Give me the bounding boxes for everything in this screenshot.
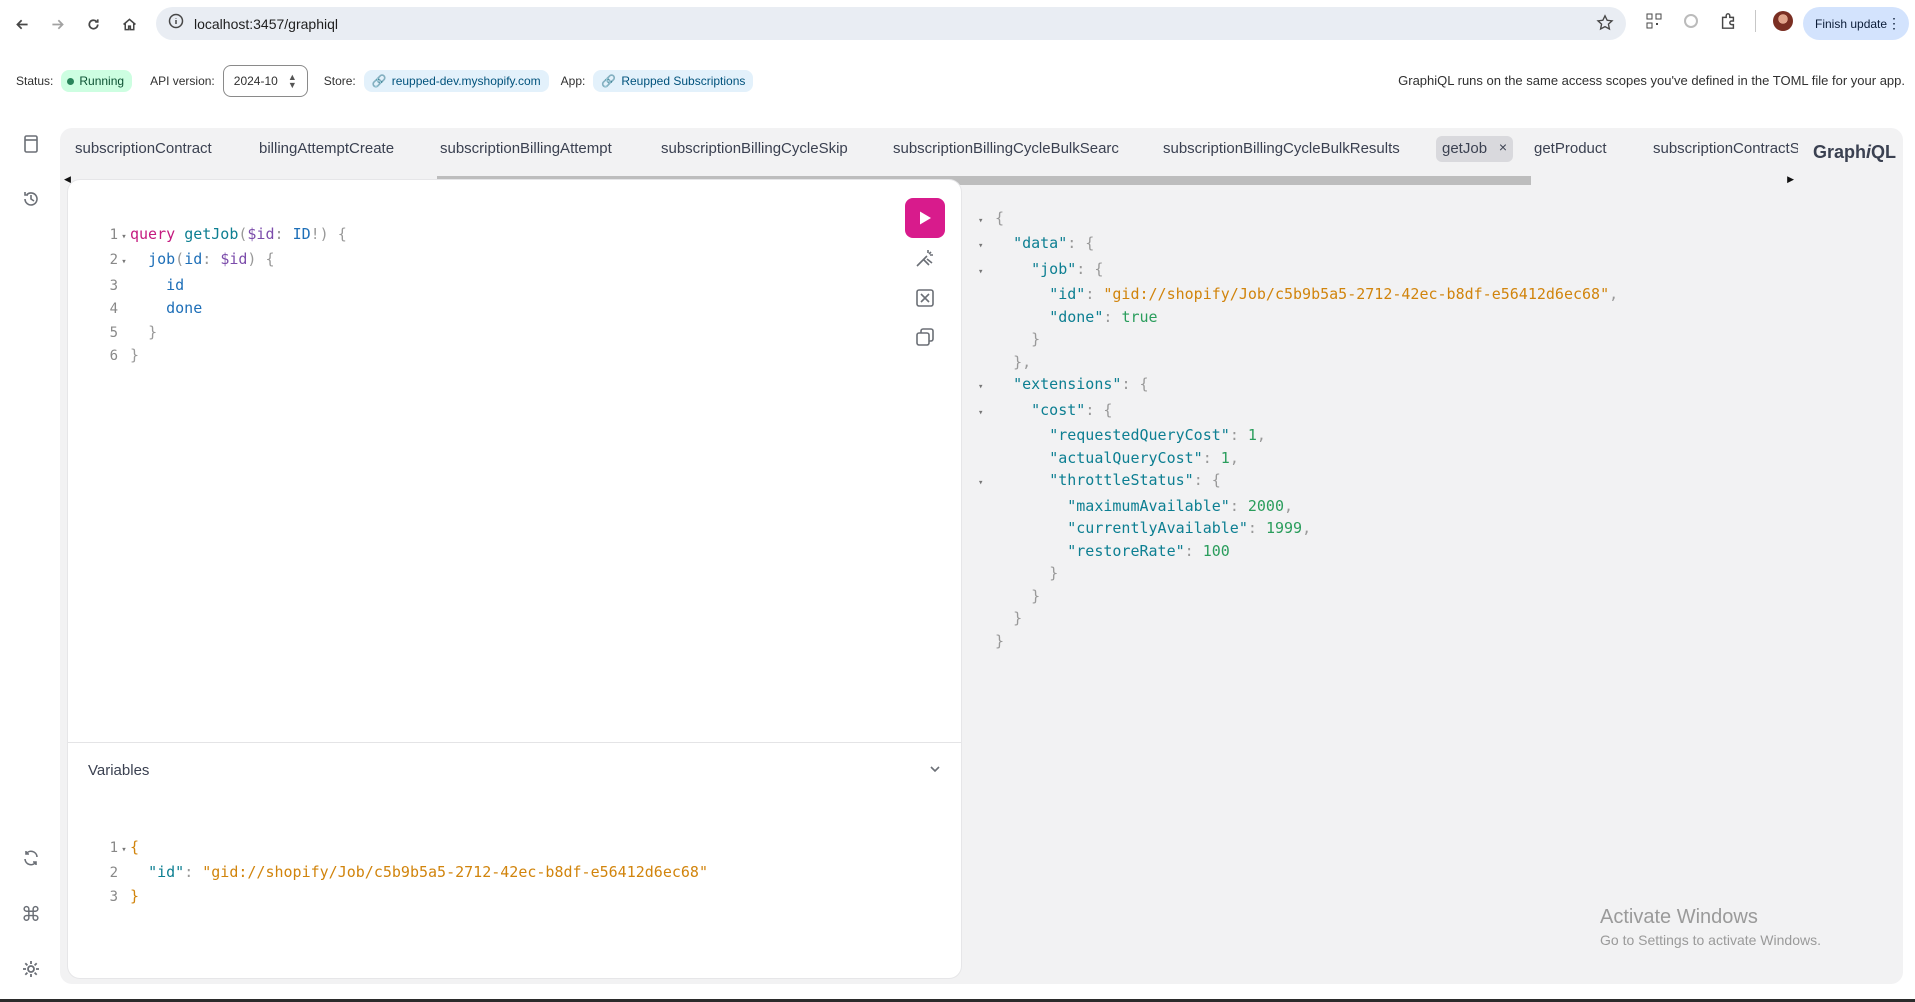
api-version-label: API version: bbox=[150, 74, 215, 88]
result-viewer: ▾{ ▾ "data": { ▾ "job": { "id": "gid://s… bbox=[965, 184, 1618, 652]
refetch-schema-icon[interactable] bbox=[20, 847, 42, 869]
app-value: Reupped Subscriptions bbox=[621, 74, 746, 88]
tab-getJob[interactable]: getJob × bbox=[1436, 136, 1514, 162]
result-json: ▾{ ▾ "data": { ▾ "job": { "id": "gid://s… bbox=[978, 208, 1619, 650]
kebab-menu-icon[interactable]: ⋮ bbox=[1887, 16, 1901, 30]
tab-subscriptionContractS[interactable]: subscriptionContractS bbox=[1647, 136, 1798, 162]
docs-icon[interactable] bbox=[20, 133, 42, 155]
watermark-title: Activate Windows bbox=[1600, 906, 1758, 928]
tab-subscriptionContract[interactable]: subscriptionContract bbox=[69, 136, 218, 162]
settings-gear-icon[interactable] bbox=[20, 958, 42, 980]
tab-subscriptionBillingCycleSkip[interactable]: subscriptionBillingCycleSkip bbox=[655, 136, 854, 162]
finish-update-button[interactable]: Finish update ⋮ bbox=[1803, 7, 1909, 40]
chevron-down-icon[interactable] bbox=[928, 762, 942, 781]
graphiql-logo: GraphiQL bbox=[1813, 142, 1897, 162]
tab-getJob-label: getJob bbox=[1442, 140, 1488, 157]
play-icon bbox=[920, 211, 931, 225]
tab-subscriptionBillingCycleBulkResults[interactable]: subscriptionBillingCycleBulkResults bbox=[1157, 136, 1406, 162]
tab-billingAttemptCreate[interactable]: billingAttemptCreate bbox=[253, 136, 400, 162]
forward-icon[interactable] bbox=[44, 11, 70, 37]
merge-fragments-icon[interactable] bbox=[911, 284, 939, 312]
watermark-subtitle: Go to Settings to activate Windows. bbox=[1600, 932, 1821, 948]
app-link[interactable]: 🔗 Reupped Subscriptions bbox=[593, 70, 754, 92]
link-icon: 🔗 bbox=[601, 74, 617, 88]
prettify-icon[interactable] bbox=[911, 244, 939, 272]
qr-code-icon[interactable] bbox=[1644, 11, 1664, 31]
variables-editor[interactable]: 1 ▾{ 2 "id": "gid://shopify/Job/c5b9b5a5-… bbox=[96, 813, 708, 908]
api-version-select[interactable]: 2024-10 ▲ ▼ bbox=[222, 65, 308, 97]
extensions-puzzle-icon[interactable] bbox=[1718, 11, 1738, 31]
select-arrows-icon: ▲ ▼ bbox=[287, 72, 297, 90]
graphiql-main: subscriptionContract billingAttemptCreat… bbox=[60, 128, 1903, 984]
reload-icon[interactable] bbox=[80, 11, 106, 37]
status-value: Running bbox=[79, 74, 125, 88]
extension-disabled-icon[interactable] bbox=[1681, 11, 1701, 31]
link-icon: 🔗 bbox=[371, 74, 387, 88]
variables-tab[interactable]: Variables bbox=[88, 762, 149, 779]
address-bar[interactable]: localhost:3457/graphiql bbox=[156, 7, 1626, 40]
status-dot bbox=[67, 77, 75, 85]
tab-subscriptionBillingAttempt[interactable]: subscriptionBillingAttempt bbox=[434, 136, 618, 162]
url-text: localhost:3457/graphiql bbox=[194, 15, 338, 32]
query-editor[interactable]: 1 ▾ query getJob($id: ID!) { 2 ▾ job(id: $i… bbox=[96, 200, 347, 368]
profile-avatar[interactable] bbox=[1773, 11, 1793, 31]
activate-windows-watermark: Activate Windows Go to Settings to activ… bbox=[1600, 906, 1821, 948]
toolbar-divider bbox=[1755, 10, 1756, 32]
scopes-note: GraphiQL runs on the same access scopes … bbox=[1398, 73, 1905, 88]
store-label: Store: bbox=[323, 74, 356, 88]
tab-getProduct[interactable]: getProduct bbox=[1528, 136, 1613, 162]
store-value: reupped-dev.myshopify.com bbox=[391, 74, 541, 88]
graphiql-status-bar: Status: Running API version: 2024-10 ▲ ▼ … bbox=[0, 47, 1915, 115]
scroll-right-icon[interactable]: ▶ bbox=[1787, 174, 1794, 185]
bookmark-star-icon[interactable] bbox=[1596, 14, 1614, 37]
store-link[interactable]: 🔗 reupped-dev.myshopify.com bbox=[363, 70, 549, 92]
finish-update-label: Finish update bbox=[1815, 16, 1888, 31]
home-icon[interactable] bbox=[116, 11, 142, 37]
browser-toolbar: localhost:3457/graphiql Finish update ⋮ bbox=[0, 0, 1915, 47]
status-badge: Running bbox=[61, 70, 133, 92]
tab-bar: subscriptionContract billingAttemptCreat… bbox=[60, 128, 1798, 188]
graphiql-sidebar: ⌘ bbox=[0, 115, 60, 1002]
site-info-icon[interactable] bbox=[168, 13, 184, 34]
variables-divider bbox=[68, 742, 961, 743]
api-version-value: 2024-10 bbox=[233, 74, 278, 88]
execute-query-button[interactable] bbox=[905, 198, 945, 238]
tab-subscriptionBillingCycleBulkSearc[interactable]: subscriptionBillingCycleBulkSearc bbox=[887, 136, 1125, 162]
copy-query-icon[interactable] bbox=[911, 323, 939, 351]
keyboard-shortcuts-icon[interactable]: ⌘ bbox=[20, 903, 42, 926]
close-tab-icon[interactable]: × bbox=[1499, 139, 1507, 155]
back-icon[interactable] bbox=[9, 11, 35, 37]
history-icon[interactable] bbox=[20, 188, 42, 210]
query-editor-panel: 1 ▾ query getJob($id: ID!) { 2 ▾ job(id: $i… bbox=[68, 180, 961, 978]
status-label: Status: bbox=[16, 74, 54, 88]
app-label: App: bbox=[560, 74, 586, 88]
